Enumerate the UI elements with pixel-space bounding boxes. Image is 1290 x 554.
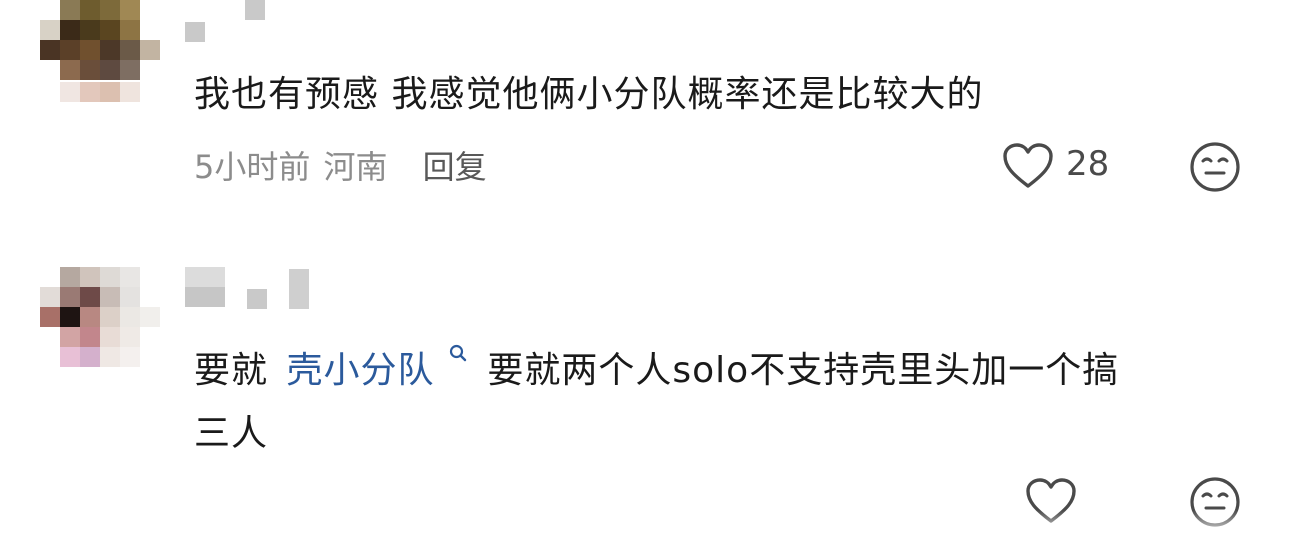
comment-text-part: 要就 <box>194 350 269 391</box>
reply-button[interactable]: 回复 <box>423 148 487 186</box>
comment-text: 要就 壳小分队 要就两个人solo不支持壳里头加一个搞 <box>194 344 1119 393</box>
like-count: 28 <box>1066 144 1110 184</box>
username[interactable] <box>185 0 275 45</box>
timestamp: 5小时前 <box>194 148 311 186</box>
comment-meta: 5小时前 河南 回复 <box>194 142 487 188</box>
comment-text-line2: 三人 <box>194 413 269 454</box>
bottom-fade <box>0 510 1290 554</box>
avatar[interactable] <box>40 0 165 105</box>
username[interactable] <box>185 267 315 312</box>
topic-link[interactable]: 壳小分队 <box>286 344 479 391</box>
topic-link-label: 壳小分队 <box>286 350 435 391</box>
meh-face-icon[interactable] <box>1188 140 1242 194</box>
comment-text-part: 要就两个人solo不支持壳里头加一个搞 <box>487 350 1120 391</box>
avatar[interactable] <box>40 267 165 372</box>
like-button[interactable]: 28 <box>1002 140 1122 192</box>
comment-item: 我也有预感 我感觉他俩小分队概率还是比较大的 5小时前 河南 回复 28 <box>0 0 1290 220</box>
search-icon <box>449 344 467 362</box>
comment-item: 要就 壳小分队 要就两个人solo不支持壳里头加一个搞 三人 <box>0 262 1290 554</box>
comment-text: 我也有预感 我感觉他俩小分队概率还是比较大的 <box>194 74 984 115</box>
heart-outline-icon <box>1003 143 1053 188</box>
location: 河南 <box>323 148 388 186</box>
